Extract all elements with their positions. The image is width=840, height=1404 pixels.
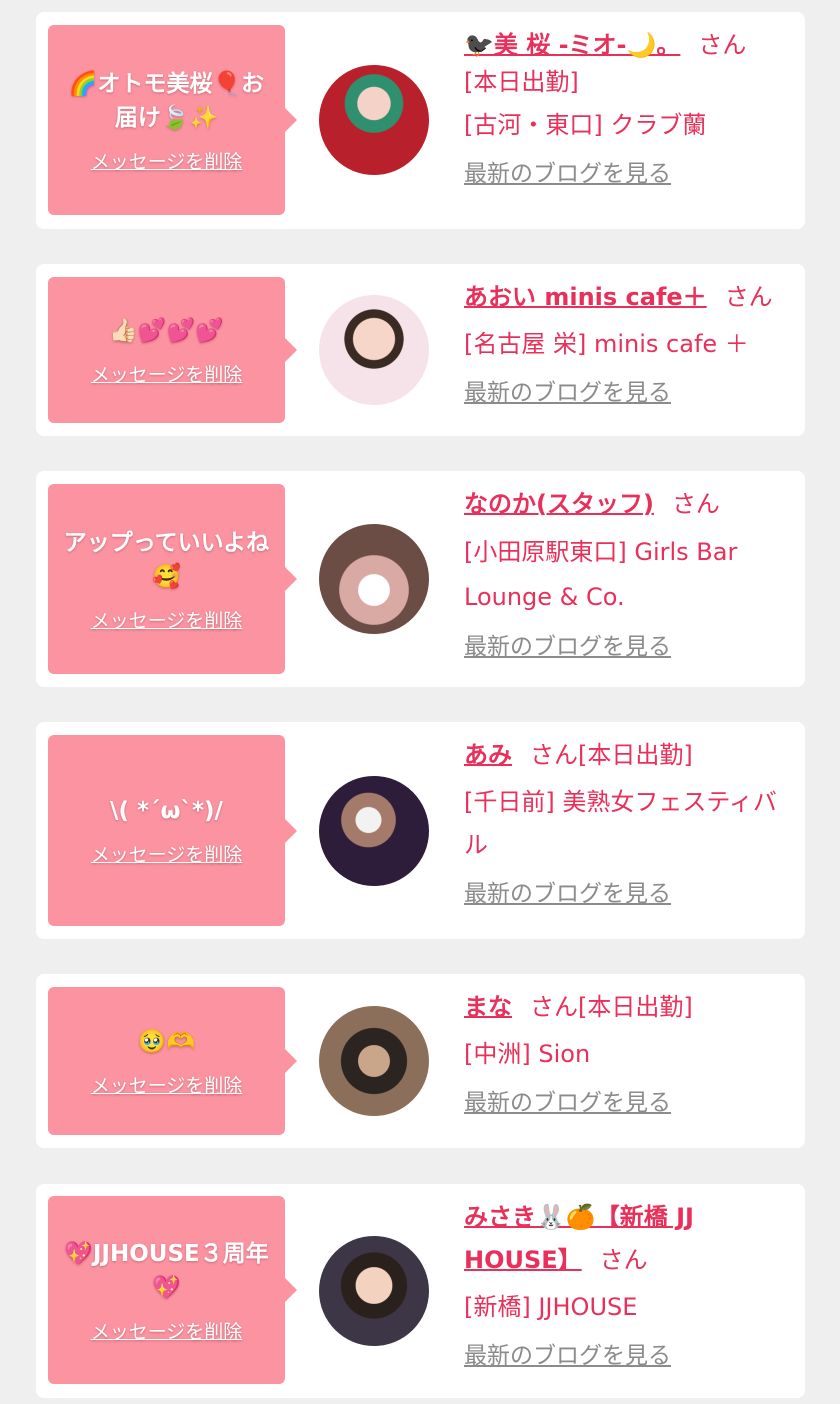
message-card: 🌈オトモ美桜🎈お届け🍃✨ メッセージを削除 🐦‍⬛美 桜 -ミオ-🌙。 さん [本… xyxy=(36,12,805,229)
honorific: さん xyxy=(698,31,747,59)
message-text: 🥹🫶 xyxy=(137,1028,196,1055)
delete-message-link[interactable]: メッセージを削除 xyxy=(91,360,243,387)
message-card: アップっていいよね🥰 メッセージを削除 なのか(スタッフ) さん [小田原駅東口]… xyxy=(36,471,805,687)
message-text: \( *´ω`*)/ xyxy=(110,798,223,824)
status-text: [本日出勤] xyxy=(578,741,693,769)
user-avatar[interactable] xyxy=(319,65,429,175)
status-text: [本日出勤] xyxy=(578,993,693,1021)
blog-link[interactable]: 最新のブログを見る xyxy=(464,372,796,415)
message-bubble: 🥹🫶 メッセージを削除 xyxy=(48,987,297,1135)
shop-text: [小田原駅東口] Girls Bar Lounge & Co. xyxy=(464,538,738,611)
delete-message-link[interactable]: メッセージを削除 xyxy=(91,606,243,633)
status-text: [本日出勤] xyxy=(464,68,579,96)
delete-message-link[interactable]: メッセージを削除 xyxy=(91,147,243,174)
blog-link[interactable]: 最新のブログを見る xyxy=(464,873,796,916)
delete-message-link[interactable]: メッセージを削除 xyxy=(91,1071,243,1098)
message-card: 👍🏻💕💕💕 メッセージを削除 あおい minis cafe＋ さん [名古屋 栄]… xyxy=(36,264,805,436)
honorific: さん xyxy=(530,993,578,1021)
message-bubble: 👍🏻💕💕💕 メッセージを削除 xyxy=(48,277,297,423)
user-name-link[interactable]: なのか(スタッフ) xyxy=(464,490,654,518)
user-avatar[interactable] xyxy=(319,524,429,634)
message-card: 💖JJHOUSE３周年💖 メッセージを削除 みさき🐰🍊【新橋 JJ HOUSE】… xyxy=(36,1184,805,1398)
honorific: さん xyxy=(530,741,578,769)
honorific: さん xyxy=(671,490,720,518)
message-bubble: 💖JJHOUSE３周年💖 メッセージを削除 xyxy=(48,1196,297,1384)
user-name-link[interactable]: あおい minis cafe＋ xyxy=(464,283,707,311)
honorific: さん xyxy=(599,1246,648,1274)
user-avatar[interactable] xyxy=(319,295,429,405)
blog-link[interactable]: 最新のブログを見る xyxy=(464,1335,796,1378)
message-bubble: アップっていいよね🥰 メッセージを削除 xyxy=(48,484,297,674)
message-text: アップっていいよね🥰 xyxy=(63,529,270,590)
user-info: みさき🐰🍊【新橋 JJ HOUSE】 さん [新橋] JJHOUSE 最新のブログ… xyxy=(464,1196,796,1378)
user-info: あおい minis cafe＋ さん [名古屋 栄] minis cafe ＋ 最… xyxy=(464,276,796,415)
shop-text: [中洲] Sion xyxy=(464,1040,591,1068)
user-info: あみ さん[本日出勤] [千日前] 美熟女フェスティバル 最新のブログを見る xyxy=(464,734,796,916)
honorific: さん xyxy=(724,283,773,311)
user-name-link[interactable]: みさき🐰🍊【新橋 JJ HOUSE】 xyxy=(464,1203,694,1274)
user-avatar[interactable] xyxy=(319,776,429,886)
shop-text: [古河・東口] クラブ蘭 xyxy=(464,111,707,139)
message-bubble: 🌈オトモ美桜🎈お届け🍃✨ メッセージを削除 xyxy=(48,25,297,215)
shop-text: [千日前] 美熟女フェスティバル xyxy=(464,788,777,859)
user-name-link[interactable]: 🐦‍⬛美 桜 -ミオ-🌙。 xyxy=(464,31,680,59)
user-name-link[interactable]: あみ xyxy=(464,741,512,769)
message-card: 🥹🫶 メッセージを削除 まな さん[本日出勤] [中洲] Sion 最新のブログを… xyxy=(36,974,805,1148)
shop-text: [名古屋 栄] minis cafe ＋ xyxy=(464,330,749,358)
message-text: 👍🏻💕💕💕 xyxy=(109,317,224,344)
message-text: 🌈オトモ美桜🎈お届け🍃✨ xyxy=(68,70,265,131)
blog-link[interactable]: 最新のブログを見る xyxy=(464,153,796,196)
delete-message-link[interactable]: メッセージを削除 xyxy=(91,1317,243,1344)
user-avatar[interactable] xyxy=(319,1236,429,1346)
shop-text: [新橋] JJHOUSE xyxy=(464,1293,638,1321)
message-text: 💖JJHOUSE３周年💖 xyxy=(64,1240,269,1301)
message-bubble: \( *´ω`*)/ メッセージを削除 xyxy=(48,735,297,926)
blog-link[interactable]: 最新のブログを見る xyxy=(464,1082,796,1125)
user-name-link[interactable]: まな xyxy=(464,993,512,1021)
blog-link[interactable]: 最新のブログを見る xyxy=(464,626,796,669)
user-info: まな さん[本日出勤] [中洲] Sion 最新のブログを見る xyxy=(464,986,796,1125)
user-avatar[interactable] xyxy=(319,1006,429,1116)
user-info: なのか(スタッフ) さん [小田原駅東口] Girls Bar Lounge & … xyxy=(464,483,796,669)
delete-message-link[interactable]: メッセージを削除 xyxy=(91,840,243,867)
user-info: 🐦‍⬛美 桜 -ミオ-🌙。 さん [本日出勤] [古河・東口] クラブ蘭 最新のブ… xyxy=(464,24,796,196)
message-card: \( *´ω`*)/ メッセージを削除 あみ さん[本日出勤] [千日前] 美熟女… xyxy=(36,722,805,939)
